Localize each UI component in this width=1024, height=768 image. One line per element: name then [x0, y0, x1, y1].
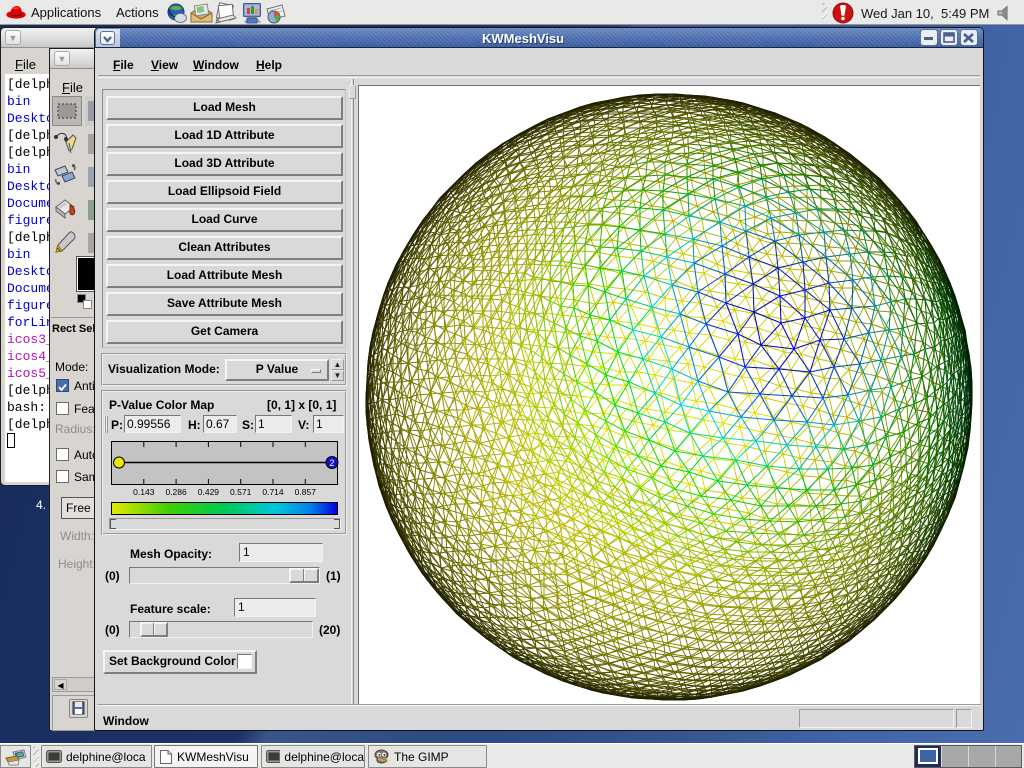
- svg-text:0.571: 0.571: [230, 487, 252, 497]
- svg-text:0.429: 0.429: [198, 487, 220, 497]
- svg-text:0.286: 0.286: [165, 487, 187, 497]
- svg-text:0.857: 0.857: [295, 487, 317, 497]
- svg-text:0.143: 0.143: [133, 487, 155, 497]
- svg-text:2: 2: [329, 458, 334, 468]
- svg-text:0.714: 0.714: [262, 487, 284, 497]
